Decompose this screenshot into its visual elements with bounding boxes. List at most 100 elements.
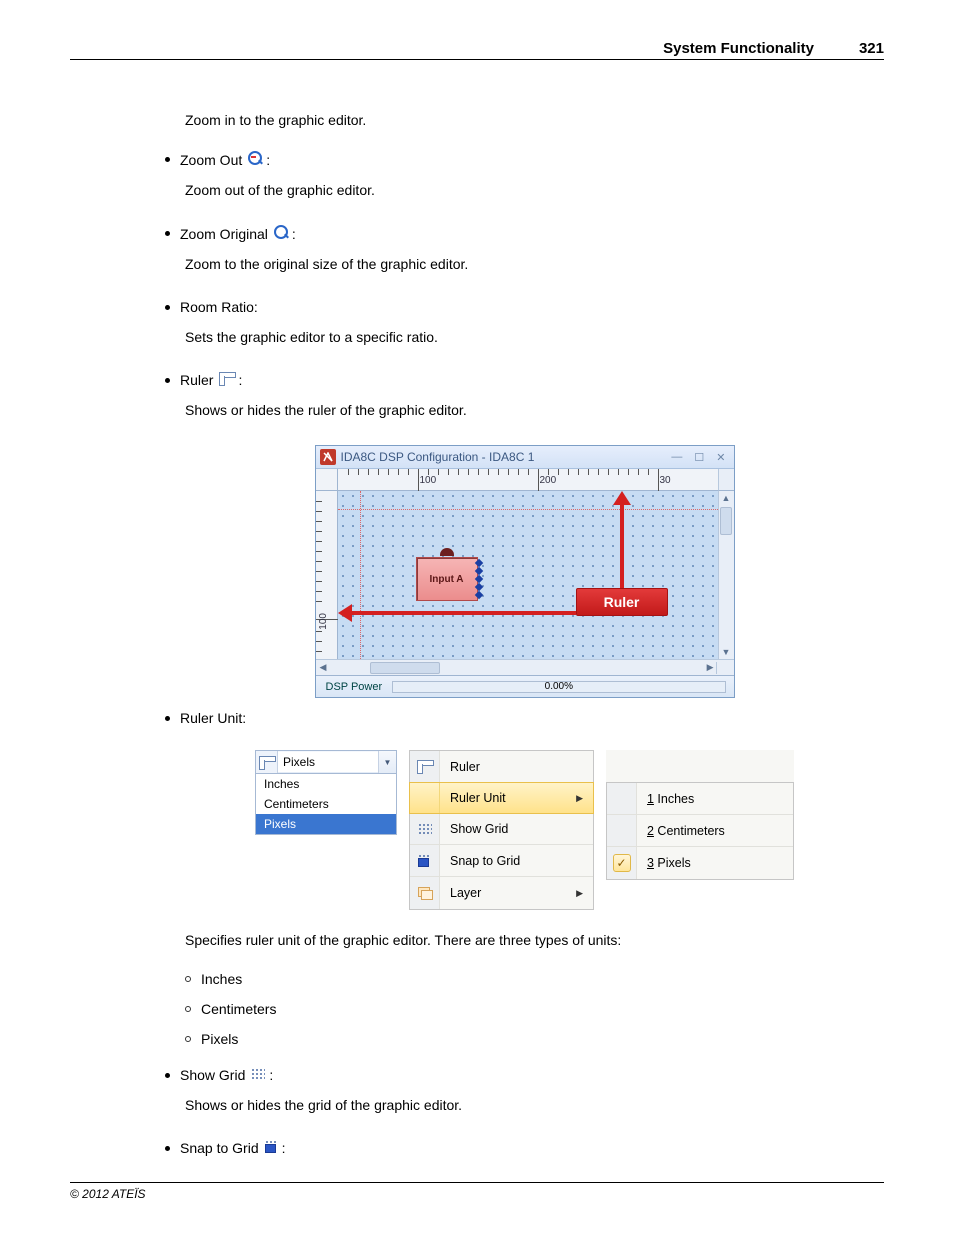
submenu-label: Inches bbox=[654, 792, 694, 806]
guide-horizontal bbox=[338, 509, 718, 510]
header-title: System Functionality bbox=[663, 40, 814, 57]
bullet-show-grid: Show Grid : bbox=[165, 1067, 884, 1083]
ruler-icon bbox=[417, 760, 432, 773]
scroll-up-icon[interactable]: ▲ bbox=[720, 491, 733, 505]
dsp-power-value: 0.00% bbox=[545, 681, 573, 692]
ruler-icon bbox=[219, 372, 234, 388]
zoom-in-description: Zoom in to the graphic editor. bbox=[165, 110, 884, 131]
dsp-titlebar[interactable]: IDA8C DSP Configuration - IDA8C 1 — ☐ ✕ bbox=[316, 446, 734, 469]
dsp-node-label: Input A bbox=[429, 574, 463, 585]
submenu-arrow-icon: ▶ bbox=[576, 793, 587, 804]
maximize-button[interactable]: ☐ bbox=[694, 451, 704, 464]
minimize-button[interactable]: — bbox=[671, 451, 682, 464]
bullet-icon bbox=[165, 1073, 170, 1078]
guide-vertical bbox=[360, 491, 361, 659]
submenu-label: Centimeters bbox=[654, 824, 725, 838]
unit-label: Pixels bbox=[201, 1031, 238, 1047]
close-button[interactable]: ✕ bbox=[716, 451, 725, 464]
dropdown-option-centimeters[interactable]: Centimeters bbox=[256, 794, 396, 814]
menu-item-label: Snap to Grid bbox=[440, 854, 587, 868]
submenu-item-inches[interactable]: 1 Inches bbox=[607, 783, 793, 815]
bullet-open-icon bbox=[185, 976, 191, 982]
unit-type-centimeters: Centimeters bbox=[185, 1001, 884, 1017]
bullet-icon bbox=[165, 231, 170, 236]
header-page-number: 321 bbox=[859, 40, 884, 57]
menu-item-label: Ruler bbox=[440, 760, 587, 774]
vertical-scrollbar[interactable]: ▲ ▼ bbox=[718, 491, 734, 659]
unit-label: Inches bbox=[201, 971, 242, 987]
menu-item-label: Layer bbox=[440, 886, 576, 900]
bullet-icon bbox=[165, 157, 170, 162]
dsp-node-input-a[interactable]: Input A bbox=[416, 557, 478, 601]
room-ratio-description: Sets the graphic editor to a specific ra… bbox=[165, 327, 884, 348]
show-grid-description: Shows or hides the grid of the graphic e… bbox=[165, 1095, 884, 1116]
room-ratio-label: Room Ratio: bbox=[180, 299, 258, 315]
bullet-open-icon bbox=[185, 1036, 191, 1042]
snap-icon bbox=[418, 854, 431, 867]
scroll-thumb-vertical[interactable] bbox=[720, 507, 732, 535]
menu-item-layer[interactable]: Layer ▶ bbox=[410, 877, 593, 909]
submenu-ruler-unit: 1 Inches 2 Centimeters ✓ 3 Pixels bbox=[606, 782, 794, 880]
ruler-callout: Ruler bbox=[576, 588, 668, 616]
unit-type-inches: Inches bbox=[185, 971, 884, 987]
submenu-item-pixels[interactable]: ✓ 3 Pixels bbox=[607, 847, 793, 879]
dsp-window-title: IDA8C DSP Configuration - IDA8C 1 bbox=[341, 450, 672, 464]
bullet-icon bbox=[165, 305, 170, 310]
scroll-down-icon[interactable]: ▼ bbox=[720, 645, 733, 659]
ruler-arrow-left bbox=[348, 611, 576, 615]
submenu-label: Pixels bbox=[654, 856, 691, 870]
zoom-original-label: Zoom Original bbox=[180, 226, 268, 242]
scroll-left-icon[interactable]: ◀ bbox=[318, 662, 329, 673]
ruler-icon bbox=[256, 751, 278, 773]
dsp-power-bar: 0.00% bbox=[392, 681, 725, 693]
bullet-icon bbox=[165, 716, 170, 721]
menu-item-snap-to-grid[interactable]: Snap to Grid bbox=[410, 845, 593, 877]
ruler-h-tick-30: 30 bbox=[660, 475, 671, 486]
unit-type-pixels: Pixels bbox=[185, 1031, 884, 1047]
ruler-unit-label: Ruler Unit: bbox=[180, 710, 246, 726]
show-grid-label: Show Grid bbox=[180, 1067, 245, 1083]
menu-item-label: Ruler Unit bbox=[440, 791, 576, 805]
bullet-snap-to-grid: Snap to Grid : bbox=[165, 1140, 884, 1156]
menu-item-ruler[interactable]: Ruler bbox=[410, 751, 593, 783]
unit-label: Centimeters bbox=[201, 1001, 276, 1017]
dsp-status-label: DSP Power bbox=[316, 681, 393, 693]
scroll-thumb-horizontal[interactable] bbox=[370, 662, 440, 674]
scroll-right-icon[interactable]: ▶ bbox=[705, 662, 716, 673]
submenu-item-centimeters[interactable]: 2 Centimeters bbox=[607, 815, 793, 847]
zoom-out-description: Zoom out of the graphic editor. bbox=[165, 180, 884, 201]
dsp-app-icon bbox=[320, 449, 336, 465]
submenu-hotkey: 3 bbox=[647, 856, 654, 870]
dropdown-option-inches[interactable]: Inches bbox=[256, 774, 396, 794]
dropdown-toggle-button[interactable]: ▼ bbox=[378, 751, 396, 773]
ruler-description: Shows or hides the ruler of the graphic … bbox=[165, 400, 884, 421]
menu-item-ruler-unit[interactable]: Ruler Unit ▶ bbox=[409, 782, 594, 814]
zoom-out-label: Zoom Out bbox=[180, 152, 242, 168]
horizontal-scrollbar[interactable]: ◀ ▶ bbox=[316, 659, 734, 675]
ruler-horizontal: 100 200 30 bbox=[338, 469, 718, 491]
snap-to-grid-label: Snap to Grid bbox=[180, 1140, 259, 1156]
zoom-out-icon bbox=[248, 151, 262, 168]
bullet-icon bbox=[165, 1146, 170, 1151]
ruler-label: Ruler bbox=[180, 372, 213, 388]
ruler-corner bbox=[316, 469, 338, 491]
bullet-room-ratio: Room Ratio: bbox=[165, 299, 884, 315]
ruler-vertical: 100 bbox=[316, 491, 338, 659]
submenu-hotkey: 2 bbox=[647, 824, 654, 838]
zoom-original-icon bbox=[274, 225, 288, 242]
menu-item-show-grid[interactable]: Show Grid bbox=[410, 813, 593, 845]
dsp-canvas[interactable]: Input A Ruler bbox=[338, 491, 718, 659]
zoom-original-description: Zoom to the original size of the graphic… bbox=[165, 254, 884, 275]
grid-icon bbox=[251, 1067, 265, 1083]
ruler-unit-dropdown[interactable]: Pixels ▼ Inches Centimeters Pixels bbox=[255, 750, 397, 835]
dropdown-selected[interactable]: Pixels bbox=[278, 752, 378, 772]
ruler-v-tick-100: 100 bbox=[318, 613, 329, 630]
bullet-ruler-unit: Ruler Unit: bbox=[165, 710, 884, 726]
dropdown-option-pixels[interactable]: Pixels bbox=[256, 814, 396, 834]
bullet-zoom-original: Zoom Original : bbox=[165, 225, 884, 242]
ruler-h-tick-200: 200 bbox=[540, 475, 557, 486]
submenu-arrow-icon: ▶ bbox=[576, 888, 587, 899]
page-header: System Functionality 321 bbox=[70, 40, 884, 60]
ruler-h-tick-100: 100 bbox=[420, 475, 437, 486]
bullet-zoom-out: Zoom Out : bbox=[165, 151, 884, 168]
